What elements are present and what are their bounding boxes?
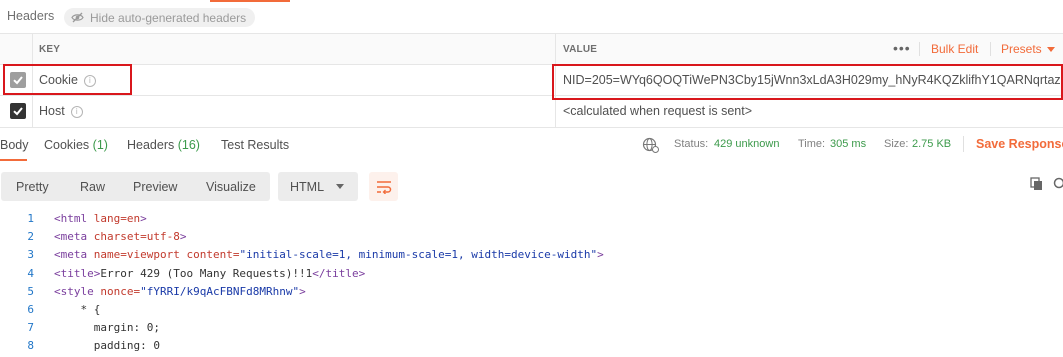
hide-auto-generated-headers-button[interactable]: Hide auto-generated headers [64,8,255,27]
time-value[interactable]: 305 ms [830,138,866,150]
header-key-text: Host [39,104,65,118]
line-number: 4 [0,267,34,280]
presets-dropdown[interactable]: Presets [1001,42,1055,56]
response-tabs: Body Cookies (1) Headers (16) Test Resul… [0,128,1063,162]
format-select-value: HTML [290,180,324,194]
chevron-down-icon [1047,47,1055,52]
code-text: * { [54,303,100,316]
status-value[interactable]: 429 unknown [714,138,779,150]
status-label: Status: [674,138,708,150]
line-number: 2 [0,230,34,243]
view-mode-segmented-control: Pretty Raw Preview Visualize [1,172,270,201]
code-text: margin: 0; [54,321,160,334]
code-text: <meta charset=utf-8> [54,230,186,243]
line-number: 8 [0,339,34,352]
tab-headers-label: Headers [127,138,174,152]
highlight-box-cookie-key [3,64,132,95]
tab-headers[interactable]: Headers (16) [127,138,200,152]
active-tab-indicator [210,0,290,2]
tab-cookies[interactable]: Cookies (1) [44,138,108,152]
presets-label: Presets [1001,42,1042,56]
header-value-host: <calculated when request is sent> [563,104,752,118]
wrap-lines-icon [376,180,392,194]
code-text: <meta name=viewport content="initial-sca… [54,248,604,261]
table-row: Hosti <calculated when request is sent> [0,96,1063,128]
headers-table-header: KEY VALUE ••• Bulk Edit Presets [0,34,1063,65]
tab-cookies-label: Cookies [44,138,89,152]
checkmark-icon [12,105,24,117]
code-line: 3 <meta name=viewport content="initial-sc… [0,248,1063,266]
hide-auto-generated-headers-label: Hide auto-generated headers [90,11,246,25]
code-text: <html lang=en> [54,212,147,225]
format-select[interactable]: HTML [278,172,358,201]
bulk-edit-link[interactable]: Bulk Edit [931,42,978,56]
cookies-count-badge: (1) [93,138,108,152]
chevron-down-icon [336,184,344,189]
search-icon[interactable] [1052,177,1063,191]
size-label: Size: [884,138,908,150]
copy-icon[interactable] [1030,177,1044,191]
headers-count-badge: (16) [178,138,200,152]
code-text: <style nonce="fYRRI/k9qAcFBNFd8MRhnw"> [54,285,306,298]
view-preview-button[interactable]: Preview [133,180,177,194]
view-pretty-button[interactable]: Pretty [16,180,49,194]
code-line: 7 margin: 0; [0,321,1063,339]
info-icon: i [71,106,83,118]
line-number: 5 [0,285,34,298]
eye-off-icon [71,12,84,23]
globe-icon[interactable] [642,137,659,153]
code-line: 4 <title>Error 429 (Too Many Requests)!!1… [0,267,1063,285]
header-key-host[interactable]: Hosti [39,104,83,118]
code-text: <title>Error 429 (Too Many Requests)!!1<… [54,267,365,280]
value-column-header: VALUE [563,44,597,55]
size-value[interactable]: 2.75 KB [912,138,951,150]
tab-body[interactable]: Body [0,138,29,152]
wrap-lines-button[interactable] [369,172,398,201]
more-options-button[interactable]: ••• [893,40,911,56]
line-number: 1 [0,212,34,225]
row-enabled-checkbox[interactable] [10,103,26,119]
code-line: 6 * { [0,303,1063,321]
response-body-code[interactable]: 1 <html lang=en> 2 <meta charset=utf-8> 3 <me… [0,210,1063,348]
view-raw-button[interactable]: Raw [80,180,105,194]
save-response-button[interactable]: Save Response [976,137,1063,151]
code-line: 5 <style nonce="fYRRI/k9qAcFBNFd8MRhnw"> [0,285,1063,303]
highlight-box-cookie-value [552,64,1063,100]
view-visualize-button[interactable]: Visualize [206,180,256,194]
code-line: 8 padding: 0 [0,339,1063,357]
code-line: 2 <meta charset=utf-8> [0,230,1063,248]
tab-test-results[interactable]: Test Results [221,138,289,152]
code-text: padding: 0 [54,339,160,352]
line-number: 3 [0,248,34,261]
headers-section-title: Headers [7,9,54,23]
line-number: 7 [0,321,34,334]
key-column-header: KEY [39,44,60,55]
line-number: 6 [0,303,34,316]
code-line: 1 <html lang=en> [0,212,1063,230]
active-tab-underline [0,159,27,161]
time-label: Time: [798,138,825,150]
